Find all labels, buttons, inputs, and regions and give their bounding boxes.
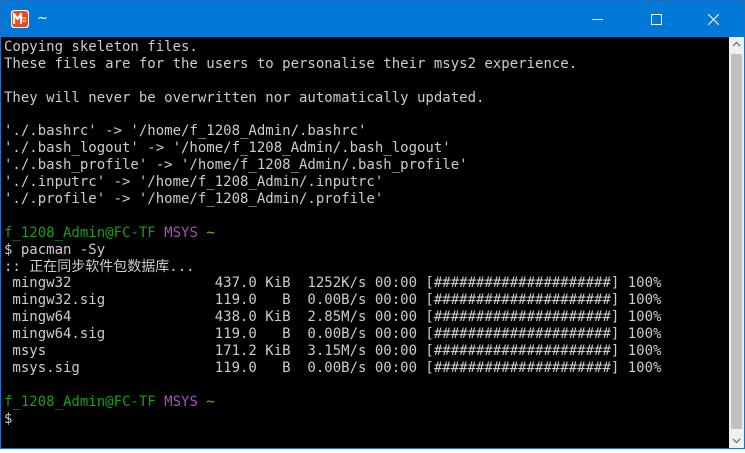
close-icon [708, 14, 719, 25]
window-title: ~ [37, 11, 48, 26]
scroll-thumb[interactable] [731, 54, 742, 429]
output-line: './.bashrc' -> '/home/f_1208_Admin/.bash… [4, 123, 367, 140]
prompt-path: ~ [206, 224, 215, 241]
msys2-icon [11, 10, 29, 28]
close-button[interactable] [690, 1, 736, 37]
prompt-msys-label: MSYS [164, 224, 198, 241]
output-line: './.inputrc' -> '/home/f_1208_Admin/.inp… [4, 174, 384, 191]
scroll-down-button[interactable] [729, 433, 744, 448]
terminal-window: ~ Copying skeleton files. These files are… [0, 0, 745, 449]
chevron-down-icon [732, 438, 741, 444]
prompt-line: f_1208_Admin@FC-TF MSYS ~ [4, 225, 729, 242]
chevron-up-icon [732, 41, 741, 47]
output-line: They will never be overwritten nor autom… [4, 89, 485, 106]
vertical-scrollbar[interactable] [729, 37, 744, 448]
prompt-user-host: f_1208_Admin@FC-TF [4, 393, 156, 410]
sync-row: mingw32 437.0 KiB 1252K/s 00:00 [#######… [4, 275, 662, 292]
prompt-user-host: f_1208_Admin@FC-TF [4, 224, 156, 241]
output-line: Copying skeleton files. [4, 39, 198, 55]
output-line: './.bash_profile' -> '/home/f_1208_Admin… [4, 157, 468, 174]
prompt-path: ~ [206, 393, 215, 410]
minimize-icon [592, 19, 603, 20]
scroll-up-button[interactable] [729, 37, 744, 52]
sync-row: mingw64 438.0 KiB 2.85M/s 00:00 [#######… [4, 309, 662, 326]
maximize-button[interactable] [633, 1, 679, 37]
sync-row: msys.sig 119.0 B 0.00B/s 00:00 [########… [4, 359, 662, 376]
maximize-icon [651, 14, 662, 25]
prompt-line: f_1208_Admin@FC-TF MSYS ~ [4, 394, 729, 411]
output-line: './.bash_logout' -> '/home/f_1208_Admin/… [4, 140, 451, 157]
sync-message: :: 正在同步软件包数据库... [4, 258, 195, 275]
title-bar[interactable]: ~ [1, 1, 744, 37]
sync-row: mingw64.sig 119.0 B 0.00B/s 00:00 [#####… [4, 326, 662, 343]
minimize-button[interactable] [574, 1, 620, 37]
prompt-msys-label: MSYS [164, 393, 198, 410]
sync-row: mingw32.sig 119.0 B 0.00B/s 00:00 [#####… [4, 292, 662, 309]
command-line: $ pacman -Sy [4, 241, 106, 258]
sync-row: msys 171.2 KiB 3.15M/s 00:00 [##########… [4, 343, 662, 360]
terminal-output[interactable]: Copying skeleton files. These files are f… [1, 37, 729, 448]
output-line: These files are for the users to persona… [4, 55, 578, 72]
command-prompt[interactable]: $ [4, 411, 729, 428]
output-line: './.profile' -> '/home/f_1208_Admin/.pro… [4, 191, 384, 208]
